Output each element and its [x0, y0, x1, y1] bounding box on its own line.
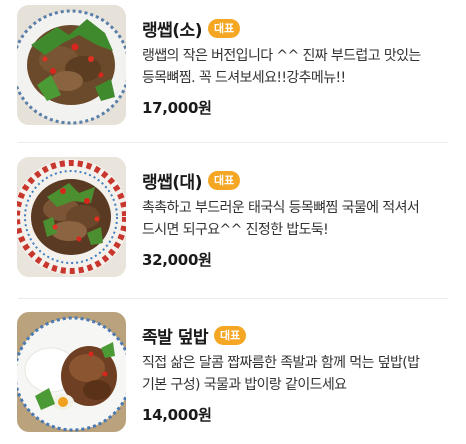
menu-item-info: 족발 덮밥 대표 직접 삶은 달콤 짭짜름한 족발과 함께 먹는 덮밥(밥 기본…: [142, 322, 460, 425]
menu-item-pork-trotter-rice[interactable]: 족발 덮밥 대표 직접 삶은 달콤 짭짜름한 족발과 함께 먹는 덮밥(밥 기본…: [0, 312, 466, 444]
braised-pork-spine-dish-icon: [17, 5, 126, 125]
menu-item-header: 랭쌥(대) 대표: [142, 167, 460, 193]
pork-trotter-rice-plate-icon: [17, 312, 126, 432]
menu-item-price: 17,000원: [142, 99, 212, 117]
divider: [18, 142, 448, 143]
signature-badge: 대표: [213, 325, 247, 345]
menu-item-price: 14,000원: [142, 406, 212, 424]
menu-item-name: 랭쌥(대): [142, 172, 202, 193]
menu-item-photo[interactable]: [17, 157, 126, 277]
menu-item-header: 족발 덮밥 대표: [142, 322, 460, 348]
menu-item-name: 랭쌥(소): [142, 20, 202, 41]
menu-item-description: 랭쌥의 작은 버전입니다 ^^ 진짜 부드럽고 맛있는 등목뼈찜. 꼭 드셔보세…: [142, 48, 421, 86]
menu-item-price: 32,000원: [142, 251, 212, 269]
menu-item-name: 족발 덮밥: [142, 327, 208, 348]
menu-item-info: 랭쌥(소) 대표 랭쌥의 작은 버전입니다 ^^ 진짜 부드럽고 맛있는 등목뼈…: [142, 15, 460, 118]
menu-item-small-pork-spine[interactable]: 랭쌥(소) 대표 랭쌥의 작은 버전입니다 ^^ 진짜 부드럽고 맛있는 등목뼈…: [0, 5, 466, 137]
signature-badge: 대표: [207, 18, 241, 38]
menu-item-photo[interactable]: [17, 312, 126, 432]
menu-item-info: 랭쌥(대) 대표 촉촉하고 부드러운 태국식 등목뼈찜 국물에 적셔서 드시면 …: [142, 167, 460, 270]
menu-item-header: 랭쌥(소) 대표: [142, 15, 460, 41]
divider: [18, 298, 448, 299]
menu-list: 랭쌥(소) 대표 랭쌥의 작은 버전입니다 ^^ 진짜 부드럽고 맛있는 등목뼈…: [0, 0, 466, 439]
menu-item-description: 촉촉하고 부드러운 태국식 등목뼈찜 국물에 적셔서 드시면 되구요^^ 진정한…: [142, 200, 420, 238]
menu-item-large-pork-spine[interactable]: 랭쌥(대) 대표 촉촉하고 부드러운 태국식 등목뼈찜 국물에 적셔서 드시면 …: [0, 157, 466, 289]
menu-item-description: 직접 삶은 달콤 짭짜름한 족발과 함께 먹는 덮밥(밥 기본 구성) 국물과 …: [142, 355, 420, 393]
signature-badge: 대표: [207, 170, 241, 190]
menu-item-photo[interactable]: [17, 5, 126, 125]
large-pork-spine-plate-icon: [17, 157, 126, 277]
